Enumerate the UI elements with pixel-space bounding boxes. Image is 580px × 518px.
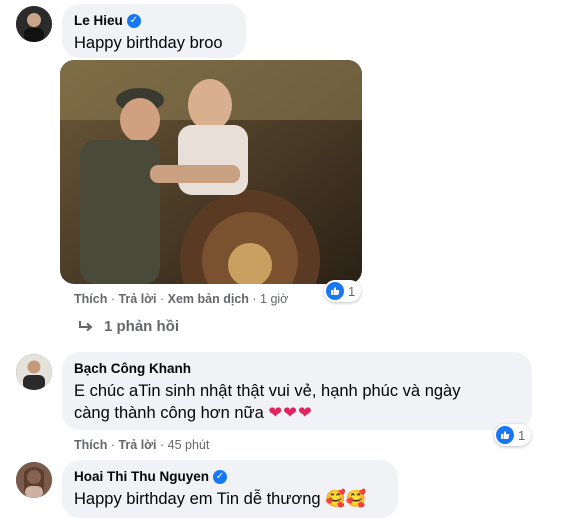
timestamp[interactable]: 45 phút: [168, 438, 210, 452]
view-replies-link[interactable]: 1 phản hồi: [78, 318, 179, 335]
comment-text-line: E chúc aTin sinh nhật thật vui vẻ, hạnh …: [74, 382, 461, 400]
verified-badge-icon: ✓: [126, 13, 141, 28]
comment-text: Happy birthday broo: [74, 34, 223, 52]
comment-author[interactable]: Le Hieu ✓: [74, 12, 234, 29]
comment-photo[interactable]: [60, 60, 362, 284]
reply-link[interactable]: Trả lời: [118, 292, 156, 306]
reaction-count[interactable]: 1: [494, 424, 532, 446]
verified-badge-icon: ✓: [213, 469, 227, 484]
timestamp[interactable]: 1 giờ: [260, 292, 288, 306]
reply-arrow-icon: [79, 320, 93, 331]
author-name[interactable]: Le Hieu: [74, 12, 123, 29]
like-link[interactable]: Thích: [74, 292, 107, 306]
comment-text-line: càng thành công hơn nữa ❤❤❤: [74, 402, 520, 424]
author-name[interactable]: Bạch Công Khanh: [74, 360, 191, 377]
comment-bubble: Hoai Thi Thu Nguyen ✓ Happy birthday em …: [62, 460, 398, 518]
comment-author[interactable]: Bạch Công Khanh: [74, 360, 520, 377]
avatar[interactable]: [16, 354, 52, 390]
reaction-number: 1: [348, 283, 356, 299]
avatar[interactable]: [16, 6, 52, 42]
reaction-count[interactable]: 1: [324, 280, 362, 302]
comment-text-part: càng thành công hơn nữa: [74, 404, 264, 422]
comment-text-part: Happy birthday em Tin dễ thương: [74, 490, 321, 508]
heart-emoji: ❤❤❤: [268, 404, 313, 422]
smiling-hearts-emoji: 🥰🥰: [325, 490, 367, 508]
avatar[interactable]: [16, 462, 52, 498]
comment-bubble: Bạch Công Khanh E chúc aTin sinh nhật th…: [62, 352, 532, 430]
comment-author[interactable]: Hoai Thi Thu Nguyen ✓: [74, 468, 386, 485]
reply-link[interactable]: Trả lời: [118, 438, 156, 452]
reaction-number: 1: [518, 427, 526, 443]
like-icon: [326, 282, 344, 300]
comment-text: E chúc aTin sinh nhật thật vui vẻ, hạnh …: [74, 380, 520, 424]
comment-actions: Thích · Trả lời · Xem bản dịch · 1 giờ: [74, 292, 289, 306]
replies-label[interactable]: 1 phản hồi: [104, 318, 179, 335]
comment-bubble: Le Hieu ✓ Happy birthday broo: [62, 4, 246, 58]
comment-text: Happy birthday em Tin dễ thương 🥰🥰: [74, 488, 386, 510]
translate-link[interactable]: Xem bản dịch: [168, 292, 249, 306]
like-icon: [496, 426, 514, 444]
author-name[interactable]: Hoai Thi Thu Nguyen: [74, 468, 209, 485]
comment-actions: Thích · Trả lời · 45 phút: [74, 438, 210, 452]
like-link[interactable]: Thích: [74, 438, 107, 452]
